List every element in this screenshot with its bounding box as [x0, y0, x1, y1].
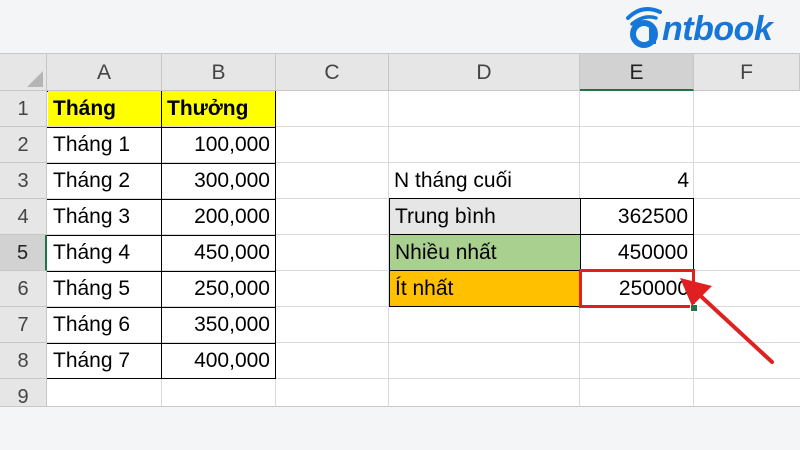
row-header-6[interactable]: 6 [0, 271, 47, 307]
cell-month[interactable]: Tháng 3 [48, 199, 161, 235]
cell-d5-min-label[interactable]: Ít nhất [389, 270, 581, 307]
cell-d4-max-label[interactable]: Nhiều nhất [389, 234, 581, 271]
cell-e4-max-value[interactable]: 450000 [580, 234, 694, 271]
row-header-3[interactable]: 3 [0, 163, 47, 199]
cell-month[interactable]: Tháng 7 [48, 343, 161, 379]
red-arrow-icon [680, 278, 774, 364]
cell-bonus[interactable]: 200,000 [162, 199, 275, 235]
cell-bonus[interactable]: 100,000 [162, 127, 275, 163]
cell-d3-average-label[interactable]: Trung bình [389, 198, 581, 235]
cell-bonus[interactable]: 350,000 [162, 307, 275, 343]
column-header-e[interactable]: E [580, 54, 694, 91]
cell-month[interactable]: Tháng 4 [48, 235, 161, 271]
cell-e2-n-value[interactable]: 4 [580, 163, 694, 199]
row-header-2[interactable]: 2 [0, 127, 47, 163]
column-header-b[interactable]: B [162, 54, 276, 91]
logo-text: ntbook [662, 10, 773, 48]
cell-e3-average-value[interactable]: 362500 [580, 198, 694, 235]
cell-bonus[interactable]: 400,000 [162, 343, 275, 379]
select-all-corner[interactable] [0, 54, 47, 91]
cell-d2-n-label[interactable]: N tháng cuối [389, 163, 580, 199]
row-header-1[interactable]: 1 [0, 91, 47, 127]
cell-b1-bonus-header[interactable]: Thưởng [162, 91, 275, 126]
row-header-8[interactable]: 8 [0, 343, 47, 379]
cell-month[interactable]: Tháng 5 [48, 271, 161, 307]
row-header-7[interactable]: 7 [0, 307, 47, 343]
column-header-d[interactable]: D [389, 54, 580, 91]
cell-month[interactable]: Tháng 1 [48, 127, 161, 163]
column-header-c[interactable]: C [276, 54, 389, 91]
cell-bonus[interactable]: 300,000 [162, 163, 275, 199]
row-header-5[interactable]: 5 [0, 235, 47, 271]
cell-bonus[interactable]: 450,000 [162, 235, 275, 271]
row-header-4[interactable]: 4 [0, 199, 47, 235]
cell-month[interactable]: Tháng 2 [48, 163, 161, 199]
select-all-triangle-icon [27, 71, 43, 87]
row-header-9[interactable]: 9 [0, 379, 47, 406]
ntbook-logo: ntbook [622, 4, 800, 48]
cell-month[interactable]: Tháng 6 [48, 307, 161, 343]
cell-a1-month-header[interactable]: Tháng [48, 91, 161, 126]
cell-bonus[interactable]: 250,000 [162, 271, 275, 307]
column-header-a[interactable]: A [47, 54, 162, 91]
column-header-f[interactable]: F [694, 54, 800, 91]
